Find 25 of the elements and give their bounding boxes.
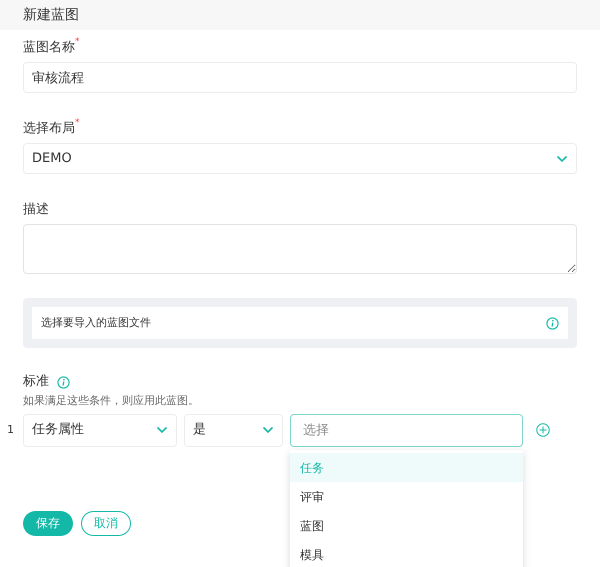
criteria-hint: 如果满足这些条件，则应用此蓝图。 — [23, 393, 200, 409]
chevron-down-icon — [262, 426, 274, 434]
chevron-down-icon — [156, 426, 168, 434]
value-input[interactable]: 选择 — [290, 414, 523, 446]
dropdown-option[interactable]: 模具 — [290, 540, 523, 567]
name-input[interactable]: 审核流程 — [23, 62, 577, 93]
criteria-title: 标准 — [23, 373, 49, 392]
field-label: 描述 — [23, 201, 49, 219]
import-file-field[interactable]: 选择要导入的蓝图文件 — [32, 307, 568, 339]
row-number: 1 — [7, 422, 14, 438]
info-icon[interactable] — [546, 316, 559, 330]
dropdown-option[interactable]: 蓝图 — [290, 511, 523, 540]
field-select[interactable]: 任务属性 — [23, 414, 177, 446]
description-input[interactable] — [23, 224, 577, 274]
add-icon[interactable] — [536, 423, 550, 437]
required-mark: * — [75, 119, 80, 128]
info-icon[interactable] — [57, 376, 70, 388]
required-mark: * — [75, 38, 80, 47]
field-label: 选择布局 — [23, 120, 75, 138]
field-label: 蓝图名称 — [23, 39, 75, 57]
layout-select[interactable]: DEMO — [23, 143, 577, 174]
operator-select[interactable]: 是 — [184, 414, 283, 446]
page-title: 新建蓝图 — [23, 6, 79, 24]
dropdown-option[interactable]: 评审 — [290, 482, 523, 511]
chevron-down-icon — [556, 154, 568, 162]
